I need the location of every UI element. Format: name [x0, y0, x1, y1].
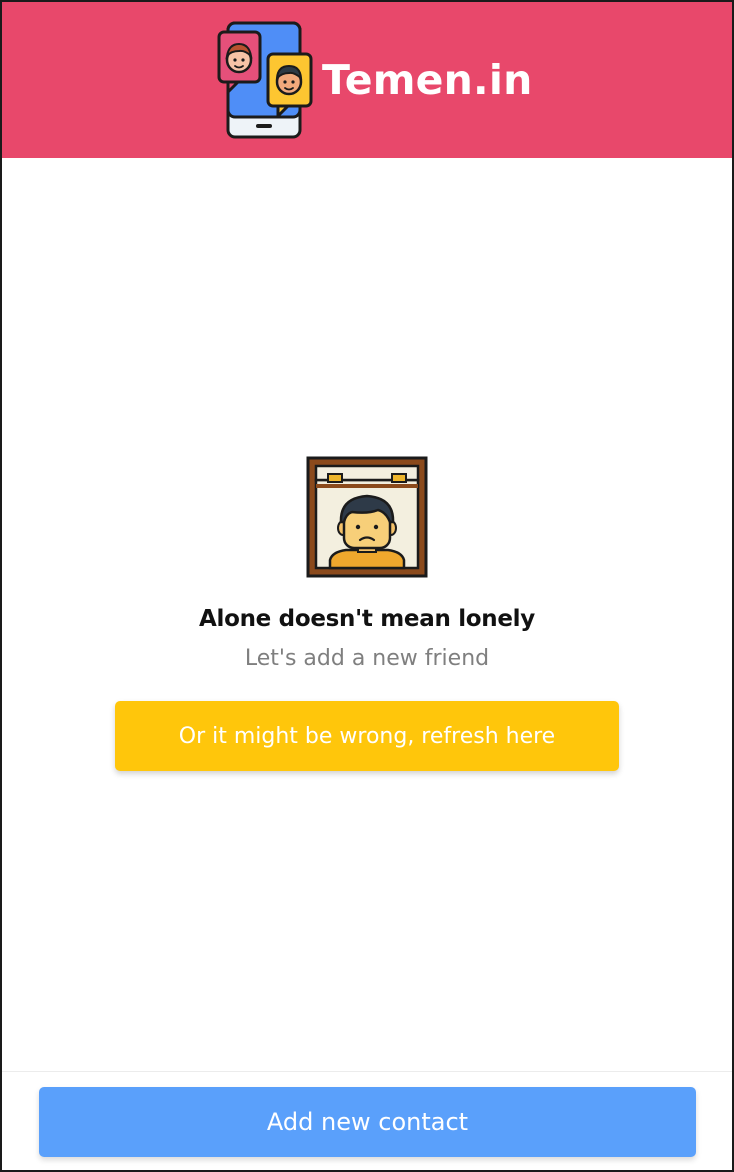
empty-state: Alone doesn't mean lonely Let's add a ne…: [2, 456, 732, 771]
empty-state-subheading: Let's add a new friend: [244, 646, 490, 671]
footer-bar: Add new contact: [2, 1071, 732, 1170]
empty-state-heading: Alone doesn't mean lonely: [199, 606, 535, 632]
chat-phone-icon: [217, 21, 313, 139]
lonely-person-window-icon: [306, 456, 428, 578]
add-contact-button[interactable]: Add new contact: [39, 1087, 696, 1157]
app-frame: Temen.in Alone doesn't mean lonely Let's…: [0, 0, 734, 1172]
app-title: Temen.in: [322, 56, 533, 104]
refresh-button[interactable]: Or it might be wrong, refresh here: [115, 701, 619, 771]
app-header: Temen.in: [2, 2, 732, 158]
brand: Temen.in: [216, 20, 532, 140]
